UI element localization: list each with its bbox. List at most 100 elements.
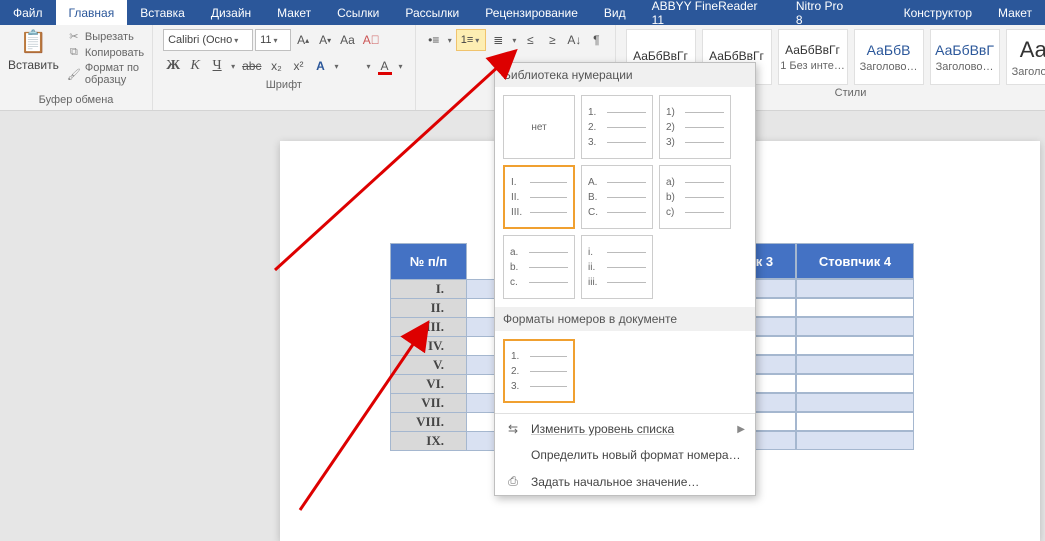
numbering-button[interactable]: 1≡ ▾ bbox=[456, 29, 487, 51]
bullets-button[interactable]: •≡ bbox=[424, 29, 444, 51]
library-grid: нет 1.2.3. 1)2)3) I.II.III. A.B.C. a)b)c… bbox=[495, 87, 755, 307]
numbering-thumb-123paren[interactable]: 1)2)3) bbox=[659, 95, 731, 159]
row-number-cell[interactable]: V. bbox=[391, 356, 467, 375]
row-number-cell[interactable]: III. bbox=[391, 318, 467, 337]
numbering-thumb-abc-paren[interactable]: a)b)c) bbox=[659, 165, 731, 229]
table-cell[interactable] bbox=[796, 412, 914, 431]
show-marks-button[interactable]: ¶ bbox=[586, 29, 606, 51]
numbering-icon: 1≡ bbox=[461, 34, 474, 46]
decrease-indent-button[interactable]: ≤ bbox=[520, 29, 540, 51]
font-size-combo[interactable]: 11▾ bbox=[255, 29, 291, 51]
define-new-format[interactable]: Определить новый формат номера… bbox=[495, 442, 755, 468]
font-color-button[interactable]: A bbox=[375, 55, 395, 77]
superscript-button[interactable]: x² bbox=[288, 55, 308, 77]
increase-indent-button[interactable]: ≥ bbox=[542, 29, 562, 51]
text-effects-button[interactable]: A bbox=[310, 55, 330, 77]
numbering-thumb-abc-lower[interactable]: a.b.c. bbox=[503, 235, 575, 299]
numbering-thumb-abc-upper[interactable]: A.B.C. bbox=[581, 165, 653, 229]
paste-button[interactable]: 📋 Вставить bbox=[4, 29, 63, 72]
sort-button[interactable]: A↓ bbox=[564, 29, 584, 51]
numbering-thumb-roman[interactable]: I.II.III. bbox=[503, 165, 575, 229]
library-header: Библиотека нумерации bbox=[495, 63, 755, 87]
style-item[interactable]: АаБЗаголово… bbox=[1006, 29, 1045, 85]
multilevel-button[interactable]: ≣ bbox=[488, 29, 508, 51]
doc-numbering-thumb[interactable]: 1.2.3. bbox=[503, 339, 575, 403]
doc-formats-header: Форматы номеров в документе bbox=[495, 307, 755, 331]
tab-references[interactable]: Ссылки bbox=[324, 0, 392, 25]
paste-label: Вставить bbox=[8, 58, 59, 72]
row-number-cell[interactable]: VII. bbox=[391, 394, 467, 413]
tab-layout[interactable]: Макет bbox=[264, 0, 324, 25]
table-cell[interactable] bbox=[796, 336, 914, 355]
tab-file[interactable]: Файл bbox=[0, 0, 56, 25]
table-cell[interactable] bbox=[796, 393, 914, 412]
chevron-down-icon: ▾ bbox=[272, 36, 280, 45]
table-cell[interactable] bbox=[796, 355, 914, 374]
chevron-down-icon: ▾ bbox=[473, 36, 481, 45]
tab-layout2[interactable]: Макет bbox=[985, 0, 1045, 25]
tab-insert[interactable]: Вставка bbox=[127, 0, 198, 25]
subscript-button[interactable]: x₂ bbox=[266, 55, 286, 77]
copy-label: Копировать bbox=[85, 47, 144, 59]
row-number-cell[interactable]: II. bbox=[391, 299, 467, 318]
doc-formats-grid: 1.2.3. bbox=[495, 331, 755, 411]
chevron-right-icon: ▶ bbox=[737, 424, 745, 435]
row-number-cell[interactable]: IV. bbox=[391, 337, 467, 356]
bold-button[interactable]: Ж bbox=[163, 55, 183, 77]
tab-mailings[interactable]: Рассылки bbox=[392, 0, 472, 25]
tab-design[interactable]: Дизайн bbox=[198, 0, 264, 25]
format-painter-button[interactable]: 🖌 Формат по образцу bbox=[67, 61, 144, 87]
tab-nitro[interactable]: Nitro Pro 8 bbox=[783, 0, 865, 25]
clipboard-icon: 📋 bbox=[20, 29, 47, 55]
cut-button[interactable]: ✂ Вырезать bbox=[67, 29, 144, 44]
row-number-cell[interactable]: I. bbox=[391, 280, 467, 299]
tab-home[interactable]: Главная bbox=[56, 0, 128, 25]
row-number-cell[interactable]: IX. bbox=[391, 432, 467, 451]
shrink-font-button[interactable]: A▾ bbox=[315, 29, 335, 51]
table-cell[interactable] bbox=[796, 374, 914, 393]
indent-icon: ⇆ bbox=[505, 422, 521, 436]
tab-abbyy[interactable]: ABBYY FineReader 11 bbox=[639, 0, 783, 25]
underline-button[interactable]: Ч bbox=[207, 55, 227, 77]
italic-button[interactable]: К bbox=[185, 55, 205, 77]
cut-label: Вырезать bbox=[85, 31, 134, 43]
copy-button[interactable]: ⧉ Копировать bbox=[67, 45, 144, 60]
table-header-c4: Стовпчик 4 bbox=[796, 243, 914, 279]
table-cell[interactable] bbox=[796, 317, 914, 336]
group-clipboard-label: Буфер обмена bbox=[39, 92, 114, 110]
change-case-button[interactable]: Aa bbox=[337, 29, 358, 51]
numbering-thumb-123dot[interactable]: 1.2.3. bbox=[581, 95, 653, 159]
brush-icon: 🖌 bbox=[67, 68, 81, 81]
style-item[interactable]: АаБбВвГЗаголово… bbox=[930, 29, 1000, 85]
number-icon: ⎙ bbox=[505, 474, 521, 489]
tab-review[interactable]: Рецензирование bbox=[472, 0, 591, 25]
group-clipboard: 📋 Вставить ✂ Вырезать ⧉ Копировать 🖌 Формат… bbox=[0, 25, 153, 110]
grow-font-button[interactable]: A▴ bbox=[293, 29, 313, 51]
group-font: Calibri (Осно▾ 11▾ A▴ A▾ Aa A⃠ Ж К Ч ▾ ab… bbox=[153, 25, 415, 110]
font-name-combo[interactable]: Calibri (Осно▾ bbox=[163, 29, 253, 51]
numbering-none[interactable]: нет bbox=[503, 95, 575, 159]
tab-view[interactable]: Вид bbox=[591, 0, 639, 25]
scissors-icon: ✂ bbox=[67, 30, 81, 43]
style-item[interactable]: АаБбВЗаголово… bbox=[854, 29, 924, 85]
change-list-level[interactable]: ⇆ Изменить уровень списка ▶ bbox=[495, 416, 755, 442]
strikethrough-button[interactable]: abc bbox=[239, 55, 264, 77]
group-styles-label: Стили bbox=[835, 85, 867, 103]
table-cell[interactable] bbox=[796, 298, 914, 317]
set-numbering-value[interactable]: ⎙ Задать начальное значение… bbox=[495, 468, 755, 495]
table-cell[interactable] bbox=[796, 431, 914, 450]
tab-constructor[interactable]: Конструктор bbox=[891, 0, 985, 25]
clear-format-button[interactable]: A⃠ bbox=[360, 29, 383, 51]
style-item[interactable]: АаБбВвГг1 Без инте… bbox=[778, 29, 848, 85]
table-cell[interactable] bbox=[796, 279, 914, 298]
tabs-spacer bbox=[865, 0, 891, 25]
row-number-cell[interactable]: VIII. bbox=[391, 413, 467, 432]
table-header-num: № п/п bbox=[391, 244, 467, 280]
numbering-thumb-roman-lower[interactable]: i.ii.iii. bbox=[581, 235, 653, 299]
group-font-label: Шрифт bbox=[266, 77, 302, 95]
row-number-cell[interactable]: VI. bbox=[391, 375, 467, 394]
copy-icon: ⧉ bbox=[67, 46, 81, 59]
highlight-button[interactable] bbox=[343, 55, 363, 77]
format-painter-label: Формат по образцу bbox=[85, 62, 144, 86]
numbering-dropdown: Библиотека нумерации нет 1.2.3. 1)2)3) I… bbox=[494, 62, 756, 496]
